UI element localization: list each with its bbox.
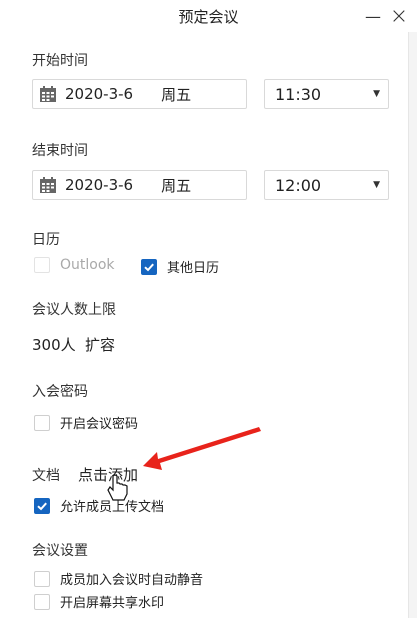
screen-watermark-row[interactable]: 开启屏幕共享水印 bbox=[34, 592, 164, 611]
documents-label: 文档 bbox=[32, 468, 60, 484]
check-icon bbox=[144, 263, 154, 271]
scrollbar[interactable] bbox=[408, 32, 417, 618]
screen-watermark-label: 开启屏幕共享水印 bbox=[60, 596, 165, 611]
auto-mute-checkbox[interactable] bbox=[34, 570, 50, 587]
end-time-value: 12:00 bbox=[275, 175, 322, 195]
outlook-label: Outlook bbox=[60, 257, 115, 273]
start-time-label: 开始时间 bbox=[32, 53, 88, 69]
chevron-down-icon: ▼ bbox=[373, 89, 380, 99]
start-date-picker[interactable]: 2020-3-6 周五 bbox=[32, 79, 247, 109]
other-calendar-label: 其他日历 bbox=[167, 261, 220, 276]
title-bar: 预定会议 — × bbox=[0, 0, 417, 32]
enable-password-row[interactable]: 开启会议密码 bbox=[34, 413, 138, 432]
allow-upload-label: 允许成员上传文档 bbox=[60, 500, 165, 515]
end-date-value: 2020-3-6 bbox=[65, 176, 134, 194]
calendar-label: 日历 bbox=[32, 232, 60, 248]
other-calendar-checkbox-row[interactable]: 其他日历 bbox=[141, 257, 219, 276]
close-button[interactable]: × bbox=[381, 0, 417, 32]
enable-password-label: 开启会议密码 bbox=[60, 417, 139, 432]
allow-upload-row[interactable]: 允许成员上传文档 bbox=[34, 496, 164, 515]
capacity-value: 300人 bbox=[32, 336, 76, 354]
enable-password-checkbox[interactable] bbox=[34, 414, 50, 431]
chevron-down-icon: ▼ bbox=[373, 180, 380, 190]
calendar-icon bbox=[39, 85, 57, 103]
calendar-icon bbox=[39, 176, 57, 194]
add-document-link[interactable]: 点击添加 bbox=[78, 464, 138, 485]
check-icon bbox=[37, 502, 47, 510]
end-weekday-value: 周五 bbox=[161, 176, 192, 195]
end-time-select[interactable]: 12:00 ▼ bbox=[264, 170, 389, 200]
screen-watermark-checkbox[interactable] bbox=[34, 593, 50, 610]
capacity-label: 会议人数上限 bbox=[32, 302, 116, 318]
annotation-arrow-icon bbox=[143, 427, 261, 470]
outlook-checkbox[interactable] bbox=[34, 257, 50, 273]
auto-mute-row[interactable]: 成员加入会议时自动静音 bbox=[34, 569, 203, 588]
auto-mute-label: 成员加入会议时自动静音 bbox=[60, 573, 204, 588]
start-time-value: 11:30 bbox=[275, 84, 322, 104]
outlook-checkbox-row[interactable]: Outlook bbox=[34, 257, 115, 273]
end-time-label: 结束时间 bbox=[32, 143, 88, 159]
end-date-picker[interactable]: 2020-3-6 周五 bbox=[32, 170, 247, 200]
meeting-settings-label: 会议设置 bbox=[32, 543, 88, 559]
password-label: 入会密码 bbox=[32, 384, 88, 400]
other-calendar-checkbox[interactable] bbox=[141, 258, 157, 275]
expand-capacity-link[interactable]: 扩容 bbox=[85, 334, 115, 355]
start-weekday-value: 周五 bbox=[161, 85, 192, 104]
allow-upload-checkbox[interactable] bbox=[34, 497, 50, 514]
start-time-select[interactable]: 11:30 ▼ bbox=[264, 79, 389, 109]
start-date-value: 2020-3-6 bbox=[65, 85, 134, 103]
